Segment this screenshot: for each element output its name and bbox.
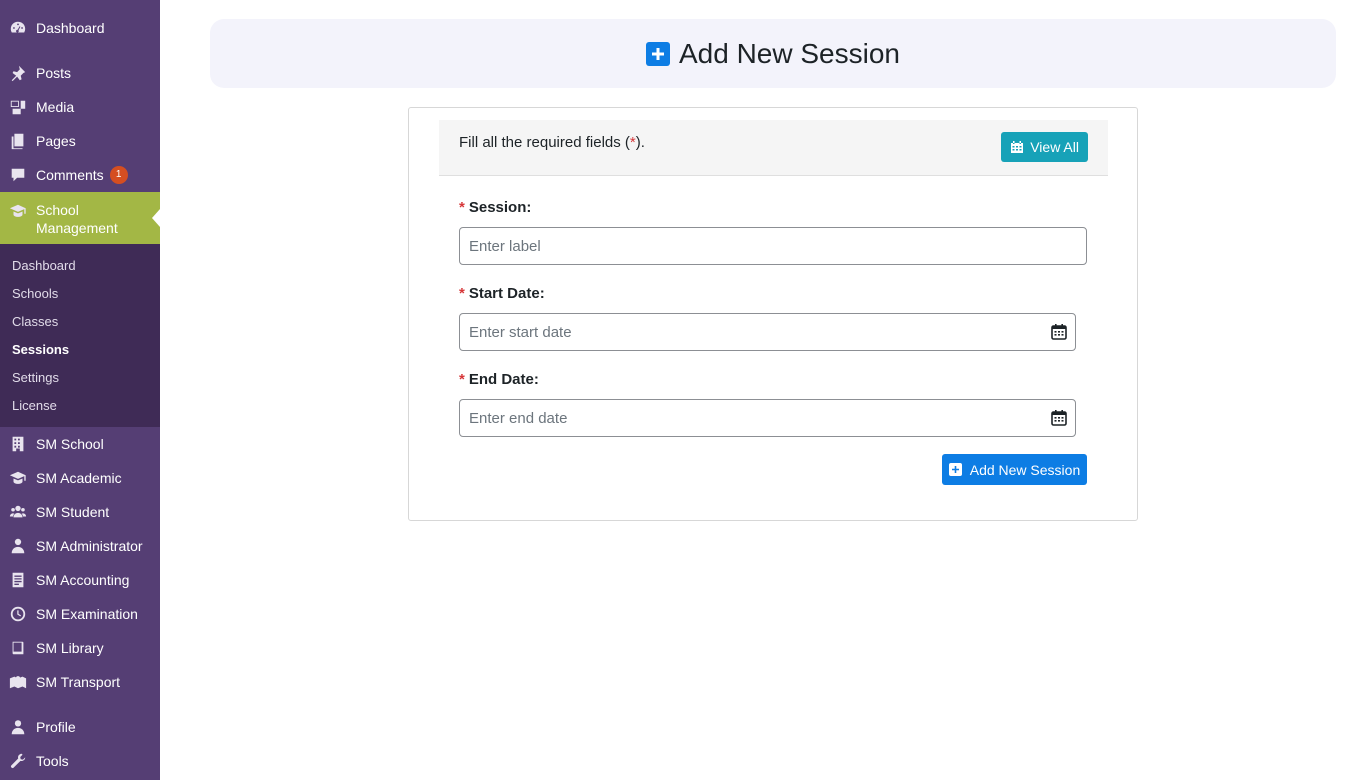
submenu-item-schools[interactable]: Schools xyxy=(12,286,58,301)
sidebar-item-label: Profile xyxy=(36,719,76,735)
sidebar-item-label: SM Student xyxy=(36,504,110,520)
sidebar-item-label: SM School xyxy=(36,436,104,452)
end-date-input[interactable]: Enter end date xyxy=(459,399,1076,437)
sidebar-item-sm-library[interactable]: SM Library xyxy=(0,631,160,665)
submenu-item-settings[interactable]: Settings xyxy=(12,370,59,385)
media-icon xyxy=(8,97,28,117)
sidebar-item-pages[interactable]: Pages xyxy=(0,124,160,158)
sidebar-item-posts[interactable]: Posts xyxy=(0,56,160,90)
sidebar-item-profile[interactable]: Profile xyxy=(0,710,160,744)
submenu-item-sessions[interactable]: Sessions xyxy=(12,342,69,357)
calendar-icon[interactable] xyxy=(1050,409,1068,427)
sidebar-item-label: SM Accounting xyxy=(36,572,130,588)
sidebar-item-sm-transport[interactable]: SM Transport xyxy=(0,665,160,699)
admin-sidebar: Dashboard Posts Media Pages Comments 1 S… xyxy=(0,0,160,780)
plus-square-icon xyxy=(948,463,962,476)
session-label: * Session: xyxy=(459,199,531,216)
form-card-header: Fill all the required fields (*). View A… xyxy=(439,120,1108,176)
graduation-cap-icon xyxy=(8,201,28,221)
sidebar-item-label: Pages xyxy=(36,133,76,149)
sidebar-item-sm-examination[interactable]: SM Examination xyxy=(0,597,160,631)
school-management-submenu: Dashboard Schools Classes Sessions Setti… xyxy=(0,244,160,427)
start-date-label-text: Start Date: xyxy=(468,285,545,302)
wrench-icon xyxy=(8,751,28,771)
user-icon xyxy=(8,717,28,737)
sidebar-item-sm-school[interactable]: SM School xyxy=(0,427,160,461)
add-new-session-button[interactable]: Add New Session xyxy=(942,454,1087,485)
submenu-item-classes[interactable]: Classes xyxy=(12,314,58,329)
sidebar-item-label: Tools xyxy=(36,753,69,769)
view-all-label: View All xyxy=(1030,139,1079,155)
sidebar-item-label: SM Transport xyxy=(36,674,121,690)
sidebar-item-dashboard[interactable]: Dashboard xyxy=(0,11,160,45)
sidebar-item-label: SM Library xyxy=(36,640,104,656)
sidebar-item-comments[interactable]: Comments 1 xyxy=(0,158,160,192)
sidebar-item-tools[interactable]: Tools xyxy=(0,744,160,778)
calendar-icon xyxy=(1011,141,1024,153)
required-fields-note: Fill all the required fields (*). xyxy=(459,134,645,151)
active-indicator-arrow xyxy=(152,209,160,227)
submenu-item-dashboard[interactable]: Dashboard xyxy=(12,258,76,273)
sidebar-item-media[interactable]: Media xyxy=(0,90,160,124)
sidebar-item-label: School Management xyxy=(36,202,118,236)
ledger-icon xyxy=(8,570,28,590)
end-date-placeholder: Enter end date xyxy=(469,409,568,427)
dashboard-icon xyxy=(8,18,28,38)
submenu-item-license[interactable]: License xyxy=(12,398,57,413)
session-input[interactable]: Enter label xyxy=(459,227,1087,265)
page-title: Add New Session xyxy=(678,37,900,69)
book-icon xyxy=(8,638,28,658)
sidebar-item-sm-academic[interactable]: SM Academic xyxy=(0,461,160,495)
required-star: * xyxy=(459,371,465,388)
calendar-icon[interactable] xyxy=(1050,323,1068,341)
required-star: * xyxy=(459,199,465,216)
sidebar-item-label: SM Academic xyxy=(36,470,122,486)
sidebar-item-sm-accounting[interactable]: SM Accounting xyxy=(0,563,160,597)
note-prefix: Fill all the required fields ( xyxy=(459,134,630,151)
user-tie-icon xyxy=(8,536,28,556)
sidebar-item-label: Dashboard xyxy=(36,20,105,36)
view-all-button[interactable]: View All xyxy=(1001,132,1088,162)
page-header: Add New Session xyxy=(210,19,1336,88)
sidebar-item-label: Media xyxy=(36,99,75,115)
note-suffix: ). xyxy=(635,134,645,151)
start-date-label: * Start Date: xyxy=(459,285,545,302)
page-title-wrapper: Add New Session xyxy=(645,37,900,70)
session-placeholder: Enter label xyxy=(469,237,541,255)
sidebar-item-sm-administrator[interactable]: SM Administrator xyxy=(0,529,160,563)
session-label-text: Session: xyxy=(468,199,532,216)
required-star: * xyxy=(459,285,465,302)
comment-icon xyxy=(8,165,28,185)
pages-icon xyxy=(8,131,28,151)
sidebar-item-label: Posts xyxy=(36,65,72,81)
add-session-form-card: Fill all the required fields (*). View A… xyxy=(408,107,1138,521)
comments-count-badge: 1 xyxy=(109,166,128,184)
sidebar-item-label: SM Examination xyxy=(36,606,138,622)
map-icon xyxy=(8,672,28,692)
users-icon xyxy=(8,502,28,522)
end-date-label: * End Date: xyxy=(459,371,539,388)
sidebar-item-school-management[interactable]: School Management xyxy=(0,192,160,244)
building-icon xyxy=(8,434,28,454)
plus-square-icon xyxy=(645,41,670,66)
pushpin-icon xyxy=(8,63,28,83)
sidebar-item-sm-student[interactable]: SM Student xyxy=(0,495,160,529)
start-date-input[interactable]: Enter start date xyxy=(459,313,1076,351)
start-date-placeholder: Enter start date xyxy=(469,323,572,341)
sidebar-item-label: Comments xyxy=(36,167,104,183)
clock-icon xyxy=(8,604,28,624)
graduation-cap-icon xyxy=(8,468,28,488)
end-date-label-text: End Date: xyxy=(468,371,539,388)
sidebar-item-label: SM Administrator xyxy=(36,538,143,554)
add-new-session-label: Add New Session xyxy=(969,461,1081,478)
